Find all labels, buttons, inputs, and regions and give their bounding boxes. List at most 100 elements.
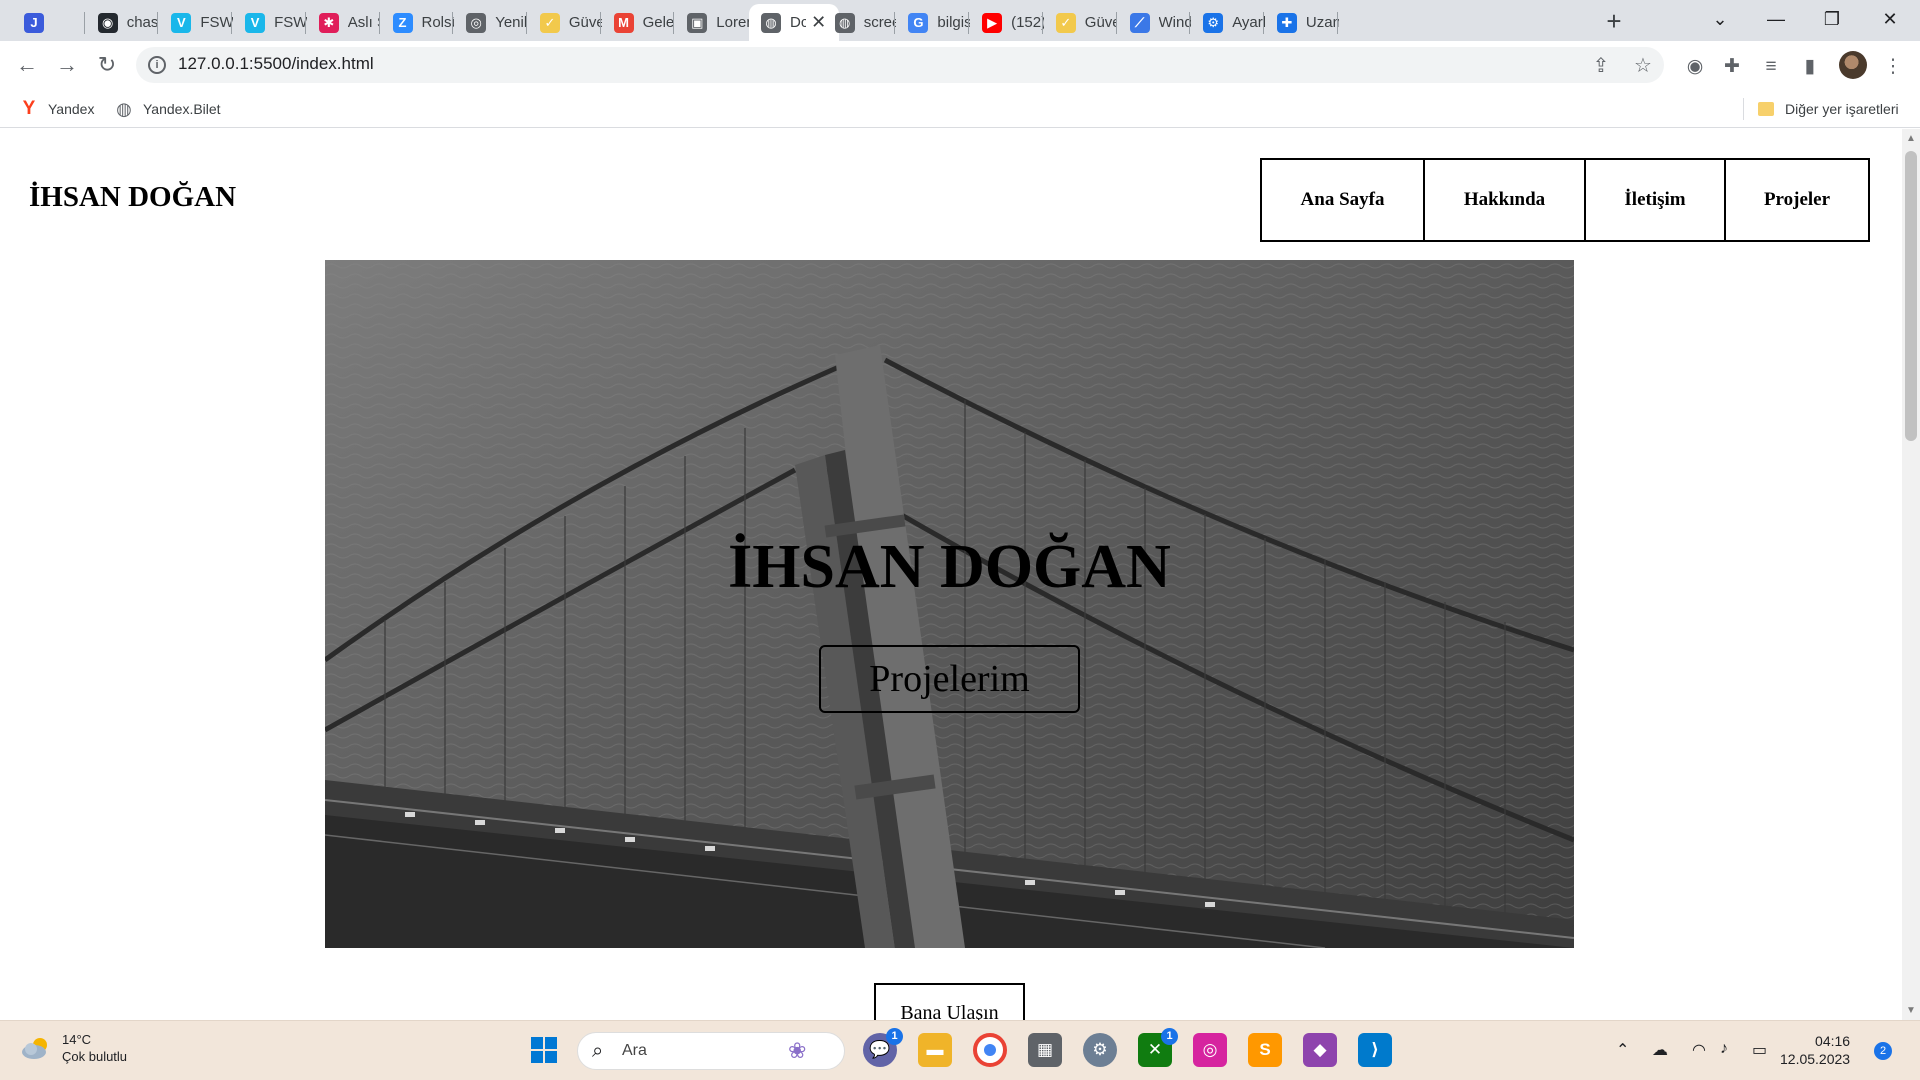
vscode-icon[interactable]: ⟩: [1358, 1033, 1392, 1067]
zoom-icon: Z: [392, 12, 413, 33]
forward-button[interactable]: →: [51, 49, 83, 81]
browser-tab[interactable]: ▶ (152): [970, 4, 1044, 41]
chevron-up-icon[interactable]: ⌃: [1616, 1040, 1629, 1060]
globe-icon: ◍: [761, 12, 781, 33]
app-icon: J: [24, 12, 44, 33]
profile-avatar[interactable]: [1839, 51, 1867, 79]
tab-title: Dc: [790, 14, 806, 31]
bookmark-star-icon[interactable]: ☆: [1631, 54, 1655, 78]
onedrive-icon[interactable]: ☁: [1652, 1040, 1668, 1060]
menu-icon[interactable]: ⋮: [1881, 55, 1905, 79]
page-scrollbar[interactable]: ▲ ▼: [1902, 129, 1920, 1020]
tab-title: Uzant: [1305, 14, 1339, 31]
bookmarks-divider: [1743, 98, 1744, 120]
browser-tab[interactable]: J: [12, 4, 86, 41]
tab-title: chase: [126, 14, 160, 31]
windows-start-icon[interactable]: [527, 1033, 561, 1067]
browser-tab[interactable]: V FSWe: [159, 4, 233, 41]
vimeo-icon: V: [171, 12, 192, 33]
browser-tab[interactable]: Gbilgisa: [896, 4, 970, 41]
taskbar-search[interactable]: ⌕ Ara ❀: [577, 1032, 845, 1070]
sublime-icon[interactable]: S: [1248, 1033, 1282, 1067]
url-text[interactable]: 127.0.0.1:5500/index.html: [178, 54, 374, 74]
gmail-icon: M: [613, 12, 634, 33]
instagram-icon[interactable]: ◎: [1193, 1033, 1227, 1067]
browser-tab[interactable]: ▣ Loren: [675, 4, 749, 41]
scroll-up-icon[interactable]: ▲: [1906, 133, 1916, 144]
address-bar[interactable]: i 127.0.0.1:5500/index.html ⇪ ☆: [136, 47, 1664, 83]
tab-separator: [1041, 12, 1043, 34]
close-window-button[interactable]: ✕: [1862, 0, 1918, 41]
tab-separator: [304, 12, 306, 34]
scroll-down-icon[interactable]: ▼: [1906, 1005, 1916, 1016]
extension-icon[interactable]: ◉: [1683, 55, 1707, 79]
bookmark-yandex[interactable]: Y Yandex: [20, 96, 95, 122]
tab-separator: [968, 12, 970, 34]
reload-button[interactable]: ↻: [91, 49, 123, 81]
restore-button[interactable]: ❐: [1804, 0, 1860, 41]
browser-tab[interactable]: ✓ Güver: [1044, 4, 1117, 41]
bookmarks-bar: Y Yandex ◍ Yandex.Bilet Diğer yer işaret…: [0, 90, 1920, 128]
nav-contact[interactable]: İletişim: [1584, 158, 1726, 242]
tab-search-icon[interactable]: ⌄: [1692, 0, 1748, 41]
side-panel-icon[interactable]: ▮: [1798, 55, 1822, 79]
taskbar-clock[interactable]: 04:16 12.05.2023: [1780, 1032, 1850, 1068]
browser-tab[interactable]: ✚ Uzant: [1265, 4, 1339, 41]
yandex-icon: Y: [22, 98, 36, 119]
tab-strip: J◉chaseVFSWeVFSWe✱Aslı ŞçZRolsü◎Yenilik✓…: [0, 0, 1920, 41]
settings-icon[interactable]: ⚙: [1083, 1033, 1117, 1067]
browser-tab[interactable]: ◉ chase: [86, 4, 160, 41]
contact-button[interactable]: Bana Ulaşın: [874, 983, 1025, 1020]
browser-tab[interactable]: ⚙ Ayarla: [1191, 4, 1265, 41]
tab-separator: [231, 12, 233, 34]
tab-title: screer: [863, 14, 897, 31]
site-logo[interactable]: İHSAN DOĞAN: [29, 181, 236, 214]
tab-separator: [1115, 12, 1117, 34]
browser-tab[interactable]: V FSWe: [233, 4, 307, 41]
volume-icon[interactable]: ♪: [1720, 1040, 1728, 1058]
lavender-icon: ❀: [788, 1038, 807, 1063]
search-placeholder: Ara: [622, 1042, 647, 1059]
puzzle-icon[interactable]: ✚: [1720, 55, 1744, 79]
minimize-button[interactable]: —: [1748, 0, 1804, 41]
chat-icon[interactable]: 💬 1: [863, 1028, 903, 1067]
browser-tab[interactable]: ◍ screer: [823, 4, 897, 41]
globe-icon: ◍: [834, 12, 855, 33]
nav-about[interactable]: Hakkında: [1423, 158, 1586, 242]
tab-title: bilgisa: [937, 14, 971, 31]
hero-section: İHSAN DOĞAN Projelerim: [325, 260, 1574, 948]
share-icon[interactable]: ⇪: [1589, 54, 1613, 78]
slack-icon: ✱: [318, 12, 339, 33]
tab-separator: [599, 12, 601, 34]
browser-tab[interactable]: M Gelen: [602, 4, 675, 41]
scrollbar-thumb[interactable]: [1905, 151, 1917, 441]
clock-time: 04:16: [1815, 1033, 1851, 1049]
media-control-icon[interactable]: ≡: [1759, 55, 1783, 79]
chrome-icon[interactable]: [973, 1033, 1007, 1067]
file-explorer-icon[interactable]: ▬: [918, 1033, 952, 1067]
notification-badge[interactable]: 2: [1874, 1042, 1892, 1060]
nav-projects[interactable]: Projeler: [1724, 158, 1870, 242]
browser-tab[interactable]: ⟋ Windo: [1118, 4, 1191, 41]
nav-home[interactable]: Ana Sayfa: [1260, 158, 1425, 242]
new-tab-button[interactable]: +: [1598, 6, 1630, 38]
wifi-icon[interactable]: ◠: [1692, 1040, 1706, 1060]
globe-icon: ◍: [116, 98, 132, 119]
battery-icon[interactable]: ▭: [1752, 1040, 1767, 1060]
browser-tab[interactable]: ✓ Güver: [528, 4, 602, 41]
bookmark-yandex-bilet[interactable]: ◍ Yandex.Bilet: [115, 96, 220, 122]
browser-tab[interactable]: ◎ Yenilik: [454, 4, 528, 41]
hero-title: İHSAN DOĞAN: [728, 533, 1171, 601]
git-icon[interactable]: ◆: [1303, 1033, 1337, 1067]
tab-separator: [83, 12, 85, 34]
xbox-icon[interactable]: ✕ 1: [1138, 1028, 1178, 1067]
back-button[interactable]: ←: [11, 49, 43, 81]
weather-widget[interactable]: 14°C Çok bulutlu: [20, 1031, 127, 1065]
other-bookmarks[interactable]: Diğer yer işaretleri: [1757, 96, 1899, 122]
browser-tab[interactable]: Z Rolsü: [381, 4, 454, 41]
projects-button[interactable]: Projelerim: [819, 645, 1080, 713]
calculator-icon[interactable]: ▦: [1028, 1033, 1062, 1067]
browser-tab[interactable]: ✱ Aslı Şç: [307, 4, 380, 41]
site-info-icon[interactable]: i: [148, 56, 166, 74]
github-icon: ◉: [97, 12, 118, 33]
